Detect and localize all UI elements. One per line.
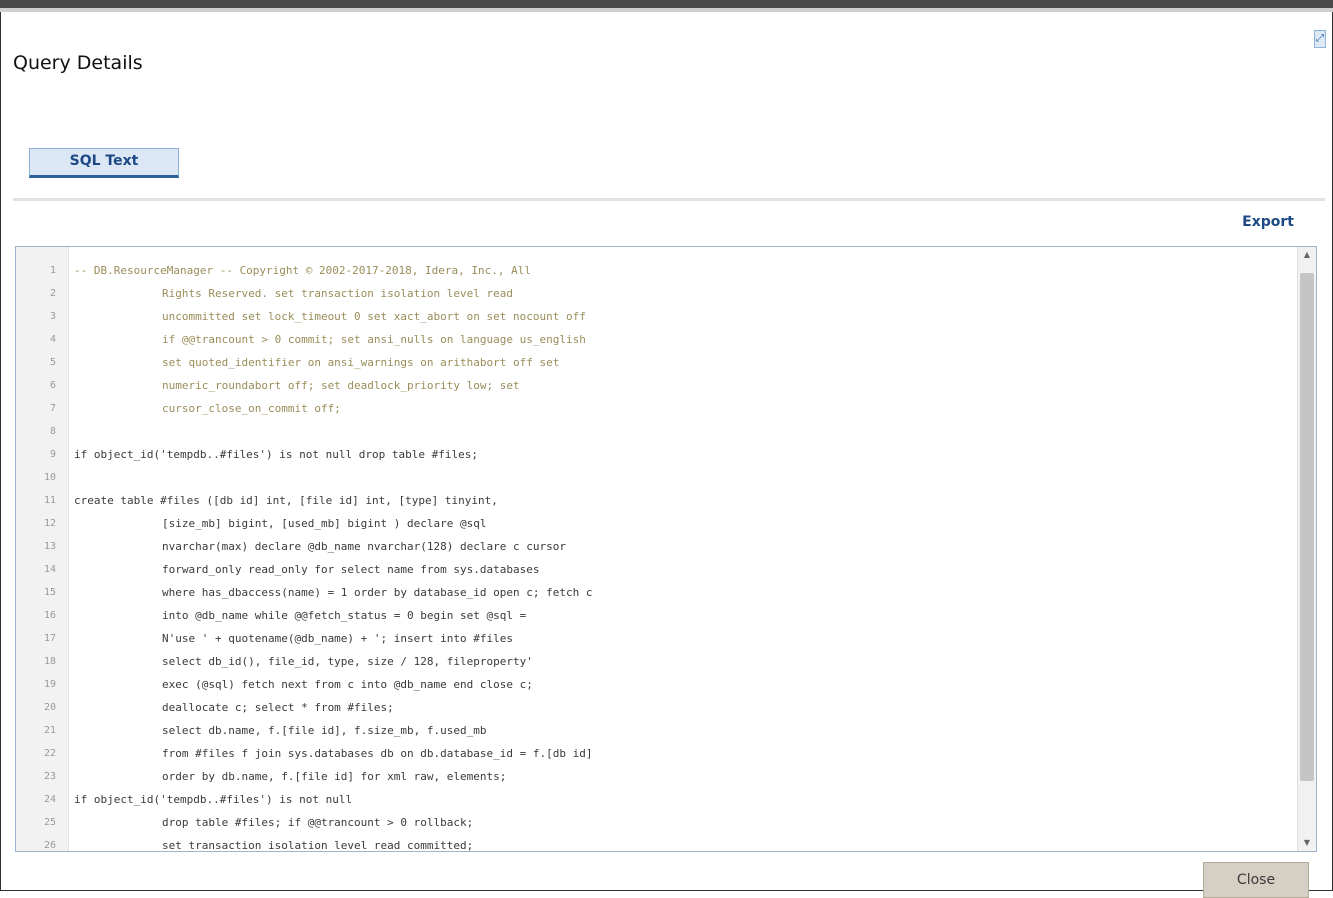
code-line: 8 [16, 420, 1290, 443]
code-line: 15 where has_dbaccess(name) = 1 order by … [16, 581, 1290, 604]
tab-separator [13, 198, 1325, 201]
line-number: 6 [49, 380, 56, 391]
line-text: exec (@sql) fetch next from c into @db_n… [162, 678, 533, 691]
code-line: 11 create table #files ([db id] int, [fil… [16, 489, 1290, 512]
line-text: order by db.name, f.[file id] for xml ra… [162, 770, 507, 783]
line-number: 9 [49, 449, 56, 460]
window-top-bar [0, 0, 1333, 12]
line-number: 5 [49, 357, 56, 368]
sql-code-editor[interactable]: 1 -- DB.ResourceManager -- Copyright © 20… [15, 246, 1317, 852]
expand-icon[interactable]: ⤢ [1314, 30, 1326, 48]
line-number: 12 [43, 518, 56, 529]
export-link[interactable]: Export [1242, 214, 1294, 230]
line-number: 20 [43, 702, 56, 713]
line-text: if object_id('tempdb..#files') is not nu… [74, 793, 353, 806]
tab-sql-text[interactable]: SQL Text [29, 148, 179, 178]
line-text: N'use ' + quotename(@db_name) + '; inser… [162, 632, 513, 645]
line-text: where has_dbaccess(name) = 1 order by da… [162, 586, 593, 599]
code-lines: 1 -- DB.ResourceManager -- Copyright © 20… [16, 259, 1290, 852]
line-text: deallocate c; select * from #files; [162, 701, 394, 714]
line-text: select db_id(), file_id, type, size / 12… [162, 655, 533, 668]
line-number: 17 [43, 633, 56, 644]
line-text: if object_id('tempdb..#files') is not nu… [74, 448, 478, 461]
code-line: 10 [16, 466, 1290, 489]
close-button[interactable]: Close [1203, 862, 1309, 898]
code-line: 19 exec (@sql) fetch next from c into @db… [16, 673, 1290, 696]
query-details-dialog: ⤢ Query Details SQL Text Export 1 -- DB.R… [0, 12, 1333, 898]
code-line: 14 forward_only read_only for select name… [16, 558, 1290, 581]
line-text: cursor_close_on_commit off; [162, 402, 341, 415]
line-text: Rights Reserved. set transaction isolati… [162, 287, 513, 300]
code-line: 24 if object_id('tempdb..#files') is not … [16, 788, 1290, 811]
line-text: if @@trancount > 0 commit; set ansi_null… [162, 333, 586, 346]
line-text: set transaction isolation level read com… [162, 839, 474, 852]
line-number: 26 [43, 840, 56, 851]
line-text: select db.name, f.[file id], f.size_mb, … [162, 724, 487, 737]
line-number: 11 [43, 495, 56, 506]
line-number: 3 [49, 311, 56, 322]
code-line: 2 Rights Reserved. set transaction isolat… [16, 282, 1290, 305]
line-number: 16 [43, 610, 56, 621]
code-line: 6 numeric_roundabort off; set deadlock_pr… [16, 374, 1290, 397]
line-number: 19 [43, 679, 56, 690]
code-line: 1 -- DB.ResourceManager -- Copyright © 20… [16, 259, 1290, 282]
line-number: 4 [49, 334, 56, 345]
vertical-scrollbar[interactable]: ▲ ▼ [1297, 247, 1316, 851]
line-number: 14 [43, 564, 56, 575]
line-text: [size_mb] bigint, [used_mb] bigint ) dec… [162, 517, 487, 530]
line-number: 8 [49, 426, 56, 437]
line-number: 15 [43, 587, 56, 598]
code-line: 21 select db.name, f.[file id], f.size_mb… [16, 719, 1290, 742]
code-line: 7 cursor_close_on_commit off; [16, 397, 1290, 420]
line-number: 10 [43, 472, 56, 483]
line-text: nvarchar(max) declare @db_name nvarchar(… [162, 540, 566, 553]
code-line: 3 uncommitted set lock_timeout 0 set xact… [16, 305, 1290, 328]
line-text: create table #files ([db id] int, [file … [74, 494, 498, 507]
line-number: 23 [43, 771, 56, 782]
line-text: -- DB.ResourceManager -- Copyright © 200… [74, 264, 531, 277]
line-number: 7 [49, 403, 56, 414]
code-line: 25 drop table #files; if @@trancount > 0 … [16, 811, 1290, 834]
dialog-title: Query Details [13, 52, 143, 74]
code-line: 18 select db_id(), file_id, type, size / … [16, 650, 1290, 673]
scrollbar-thumb[interactable] [1300, 273, 1314, 781]
line-number: 25 [43, 817, 56, 828]
scroll-down-icon[interactable]: ▼ [1298, 835, 1316, 851]
code-line: 17 N'use ' + quotename(@db_name) + '; ins… [16, 627, 1290, 650]
code-line: 9 if object_id('tempdb..#files') is not n… [16, 443, 1290, 466]
line-number: 24 [43, 794, 56, 805]
line-number: 1 [49, 265, 56, 276]
line-number: 18 [43, 656, 56, 667]
line-number: 22 [43, 748, 56, 759]
line-text: uncommitted set lock_timeout 0 set xact_… [162, 310, 586, 323]
code-line: 4 if @@trancount > 0 commit; set ansi_nul… [16, 328, 1290, 351]
line-text: from #files f join sys.databases db on d… [162, 747, 593, 760]
code-line: 26 set transaction isolation level read c… [16, 834, 1290, 852]
line-number: 13 [43, 541, 56, 552]
scroll-up-icon[interactable]: ▲ [1298, 247, 1316, 263]
code-line: 22 from #files f join sys.databases db on… [16, 742, 1290, 765]
code-line: 20 deallocate c; select * from #files; [16, 696, 1290, 719]
code-line: 12 [size_mb] bigint, [used_mb] bigint ) d… [16, 512, 1290, 535]
line-text: into @db_name while @@fetch_status = 0 b… [162, 609, 527, 622]
line-number: 21 [43, 725, 56, 736]
line-number: 2 [49, 288, 56, 299]
code-line: 13 nvarchar(max) declare @db_name nvarcha… [16, 535, 1290, 558]
code-line: 5 set quoted_identifier on ansi_warnings … [16, 351, 1290, 374]
code-line: 16 into @db_name while @@fetch_status = 0… [16, 604, 1290, 627]
line-text: set quoted_identifier on ansi_warnings o… [162, 356, 560, 369]
line-text: drop table #files; if @@trancount > 0 ro… [162, 816, 474, 829]
line-text: forward_only read_only for select name f… [162, 563, 540, 576]
code-line: 23 order by db.name, f.[file id] for xml … [16, 765, 1290, 788]
line-text: numeric_roundabort off; set deadlock_pri… [162, 379, 520, 392]
